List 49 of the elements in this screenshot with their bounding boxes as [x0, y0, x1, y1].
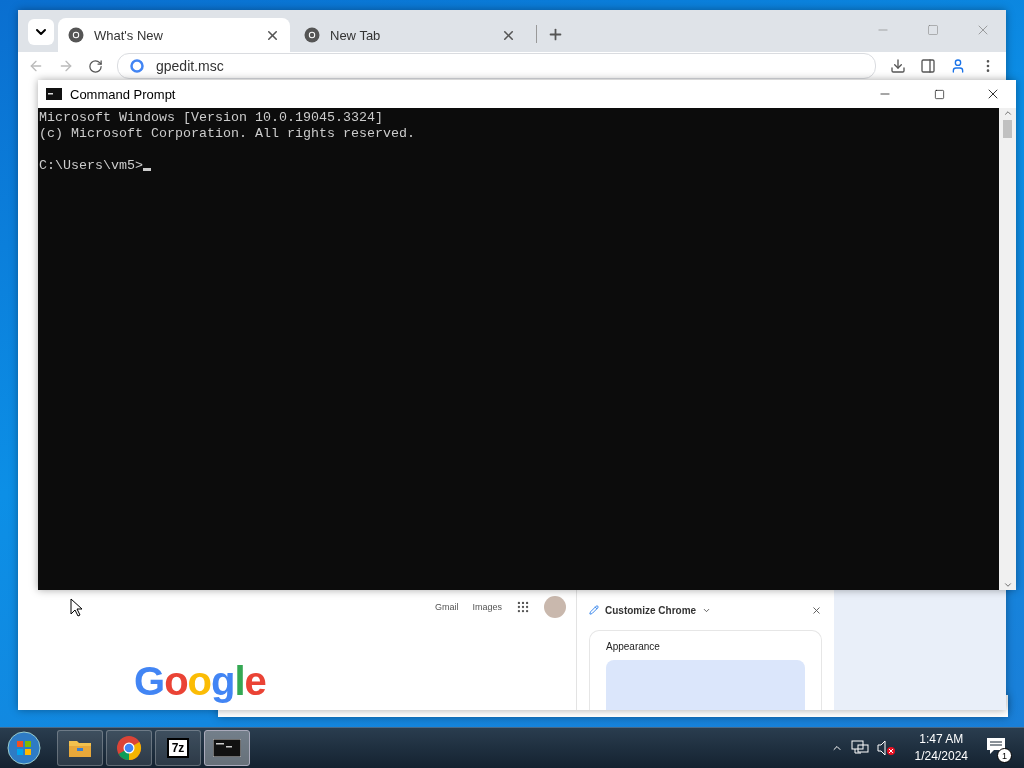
search-engine-icon — [130, 59, 144, 73]
pencil-icon — [589, 605, 599, 615]
maximize-icon — [927, 24, 939, 36]
terminal-icon — [46, 88, 62, 100]
clock-time: 1:47 AM — [919, 731, 964, 748]
tab-title: What's New — [94, 27, 164, 43]
clock-date: 1/24/2024 — [914, 748, 968, 765]
browser-tab[interactable]: What's New — [58, 18, 290, 52]
browser-icon — [116, 735, 142, 761]
scroll-thumb — [1003, 120, 1012, 138]
folder-icon — [68, 738, 92, 758]
console-line: (c) Microsoft Corporation. All rights reserved. — [39, 126, 416, 142]
window-title: Command Prompt — [70, 86, 176, 102]
address-bar[interactable]: gpedit.msc — [117, 53, 876, 79]
browser-logo-icon — [68, 27, 84, 43]
network-icon[interactable] — [850, 740, 869, 756]
console-line: Microsoft Windows [Version 10.0.19045.3324] — [39, 110, 384, 126]
mouse-pointer-icon — [70, 598, 82, 617]
notification-count: 1 — [997, 748, 1012, 763]
clock[interactable]: 1:47 AM 1/24/2024 — [914, 731, 968, 765]
start-button[interactable] — [4, 730, 44, 766]
maximize-icon — [933, 88, 945, 100]
side-panel-icon[interactable] — [920, 58, 936, 74]
new-tab-icon[interactable] — [547, 26, 564, 43]
scroll-down-icon — [1002, 580, 1013, 590]
panel-title: Customize Chrome — [605, 604, 697, 616]
header-link[interactable]: Images — [472, 602, 502, 612]
browser-tab[interactable]: New Tab — [294, 18, 526, 52]
notification-icon[interactable] — [986, 737, 1006, 755]
terminal-icon — [213, 739, 241, 757]
start-orb-icon — [7, 731, 41, 765]
close-panel-icon[interactable] — [811, 604, 822, 616]
profile-icon[interactable] — [950, 58, 966, 74]
tab-search-button[interactable] — [28, 19, 54, 45]
apps-grid-icon[interactable] — [516, 600, 530, 614]
taskbar-app[interactable] — [204, 730, 250, 766]
browser-logo-icon — [304, 27, 320, 43]
header-link[interactable]: Gmail — [434, 602, 459, 612]
scroll-up-icon — [1002, 108, 1013, 118]
text-cursor — [143, 168, 151, 171]
archive-app-icon: 7z — [166, 738, 190, 758]
volume-icon[interactable] — [876, 740, 897, 756]
scrollbar[interactable] — [999, 108, 1016, 590]
section-title: Appearance — [606, 641, 661, 652]
reload-icon[interactable] — [88, 58, 103, 74]
download-icon[interactable] — [890, 58, 906, 74]
tab-title: New Tab — [330, 27, 382, 43]
console-prompt: C:\Users\vm5> — [39, 158, 143, 173]
taskbar-app[interactable]: 7z — [155, 730, 201, 766]
